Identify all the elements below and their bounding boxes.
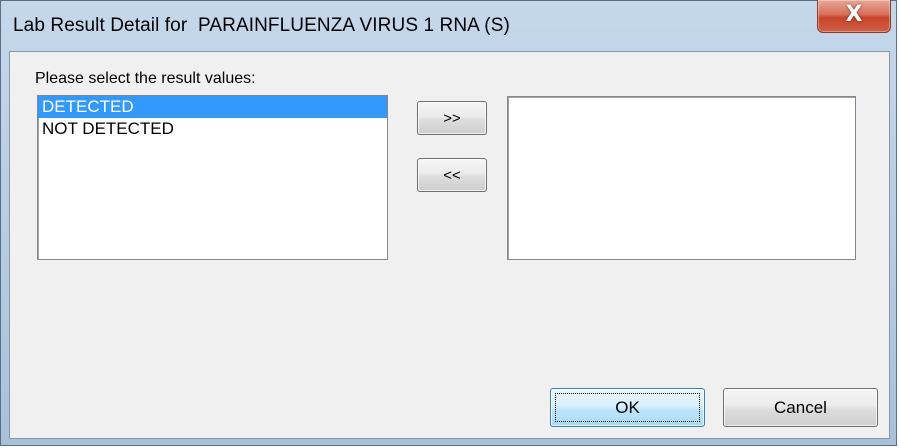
dialog-window: Lab Result Detail for PARAINFLUENZA VIRU… bbox=[0, 0, 897, 446]
remove-selected-button[interactable]: << bbox=[417, 158, 487, 192]
list-item-detected[interactable]: DETECTED bbox=[38, 96, 387, 118]
ok-button[interactable]: OK bbox=[550, 388, 705, 427]
list-item-not-detected[interactable]: NOT DETECTED bbox=[38, 118, 387, 140]
ok-button-label: OK bbox=[615, 397, 640, 417]
title-bar[interactable]: Lab Result Detail for PARAINFLUENZA VIRU… bbox=[1, 0, 898, 51]
dialog-body: Please select the result values: DETECTE… bbox=[9, 51, 890, 439]
cancel-button[interactable]: Cancel bbox=[723, 388, 878, 427]
selected-values-list[interactable] bbox=[507, 96, 856, 260]
close-button[interactable]: X bbox=[817, 0, 891, 33]
prompt-label: Please select the result values: bbox=[35, 70, 256, 87]
close-icon: X bbox=[845, 2, 863, 27]
window-title: Lab Result Detail for PARAINFLUENZA VIRU… bbox=[13, 15, 510, 36]
available-values-list[interactable]: DETECTED NOT DETECTED bbox=[37, 95, 388, 260]
add-selected-button[interactable]: >> bbox=[417, 101, 487, 135]
